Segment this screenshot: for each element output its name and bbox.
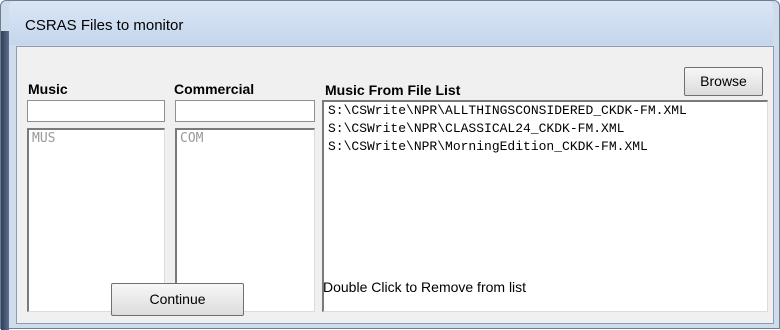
commercial-input[interactable] <box>175 100 315 122</box>
commercial-label: Commercial <box>174 81 255 97</box>
dialog-client-area: Music MUS Commercial COM Music From File… <box>16 46 774 324</box>
list-item[interactable]: COM <box>180 131 311 146</box>
window-title: CSRAS Files to monitor <box>25 17 184 34</box>
remove-hint-text: Double Click to Remove from list <box>323 279 527 295</box>
list-item[interactable]: MUS <box>32 131 161 146</box>
window-edge <box>1 31 9 330</box>
list-item[interactable]: S:\CSWrite\NPR\MorningEdition_CKDK-FM.XM… <box>328 138 763 156</box>
list-item[interactable]: S:\CSWrite\NPR\ALLTHINGSCONSIDERED_CKDK-… <box>328 102 763 120</box>
title-bar[interactable]: CSRAS Files to monitor <box>9 1 773 45</box>
browse-button[interactable]: Browse <box>684 67 763 96</box>
file-list-label: Music From File List <box>325 82 461 98</box>
list-item[interactable]: S:\CSWrite\NPR\CLASSICAL24_CKDK-FM.XML <box>328 120 763 138</box>
music-input[interactable] <box>27 100 165 122</box>
continue-button[interactable]: Continue <box>111 283 244 316</box>
music-label: Music <box>28 81 68 97</box>
